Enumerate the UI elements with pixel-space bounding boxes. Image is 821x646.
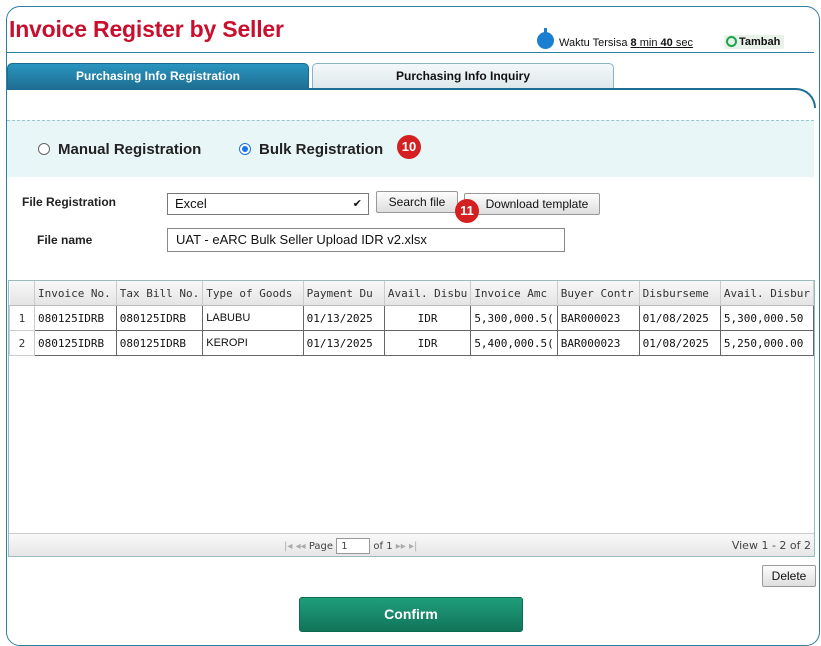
session-timer: Waktu Tersisa 8 min 40 sec Tambah <box>537 28 814 52</box>
bulk-registration-radio[interactable]: Bulk Registration <box>239 141 383 158</box>
column-header[interactable]: Disburseme <box>639 281 721 306</box>
timer-sec-label: sec <box>675 37 693 49</box>
file-name-label: File name <box>37 233 93 247</box>
row-number-header <box>9 281 35 306</box>
page-of-label: of 1 <box>373 541 393 552</box>
step-badge-10: 10 <box>397 135 421 159</box>
manual-registration-label: Manual Registration <box>58 141 202 158</box>
tab-curve <box>760 88 816 108</box>
extend-session-label: Tambah <box>739 36 781 48</box>
grid-pager: |◂ ◂◂ Page 1 of 1 ▸▸ ▸| View 1 - 2 of 2 <box>9 533 814 556</box>
table-cell: 01/08/2025 <box>638 330 721 356</box>
title-divider <box>6 52 814 53</box>
table-cell: 01/08/2025 <box>638 305 721 331</box>
table-cell: 080125IDRB <box>115 305 204 331</box>
chevron-down-icon: ✔ <box>352 198 362 210</box>
confirm-button[interactable]: Confirm <box>299 597 523 632</box>
timer-seconds: 40 <box>660 37 673 49</box>
last-page-icon[interactable]: ▸| <box>409 541 417 552</box>
pager-controls: |◂ ◂◂ Page 1 of 1 ▸▸ ▸| <box>284 538 417 554</box>
grid-header-row: Invoice No. Tax Bill No. Type of Goods P… <box>9 281 814 306</box>
stopwatch-icon <box>537 28 554 49</box>
first-page-icon[interactable]: |◂ <box>284 541 292 552</box>
next-page-icon[interactable]: ▸▸ <box>396 541 406 552</box>
column-header[interactable]: Type of Goods <box>202 281 304 306</box>
timer-minutes: 8 <box>630 37 637 49</box>
column-header[interactable]: Invoice No. <box>34 281 117 306</box>
table-cell: BAR000023 <box>556 330 640 356</box>
page-title: Invoice Register by Seller <box>9 16 284 42</box>
tab-purchasing-info-inquiry[interactable]: Purchasing Info Inquiry <box>312 63 614 89</box>
column-header[interactable]: Avail. Disbu <box>384 281 472 306</box>
table-cell: KEROPI <box>202 330 304 356</box>
table-cell: 5,300,000.5( <box>470 305 558 331</box>
page-label: Page <box>308 541 334 552</box>
delete-button[interactable]: Delete <box>762 565 816 587</box>
column-header[interactable]: Payment Du <box>303 281 385 306</box>
invoice-grid: Invoice No. Tax Bill No. Type of Goods P… <box>8 280 815 557</box>
timer-prefix: Waktu Tersisa <box>559 37 628 49</box>
table-cell: LABUBU <box>202 305 304 331</box>
table-cell: 080125IDRB <box>33 305 117 331</box>
table-cell: 01/13/2025 <box>302 305 385 331</box>
table-cell: 080125IDRB <box>33 330 117 356</box>
manual-registration-radio[interactable]: Manual Registration <box>38 141 201 158</box>
tab-underline <box>7 88 797 90</box>
column-header[interactable]: Invoice Amc <box>470 281 558 306</box>
column-header[interactable]: Tax Bill No. <box>116 281 204 306</box>
timer-text: Waktu Tersisa 8 min 40 sec <box>559 37 693 49</box>
file-registration-label: File Registration <box>22 195 117 209</box>
download-template-button[interactable]: Download template <box>464 193 600 215</box>
table-cell: 5,250,000.00 <box>719 330 814 356</box>
page-number-input[interactable]: 1 <box>336 538 371 554</box>
tab-purchasing-info-registration[interactable]: Purchasing Info Registration <box>7 63 309 89</box>
table-cell: BAR000023 <box>556 305 640 331</box>
file-name-field[interactable]: UAT - eARC Bulk Seller Upload IDR v2.xls… <box>167 228 565 252</box>
table-cell: 5,300,000.50 <box>719 305 814 331</box>
file-type-value: Excel <box>175 196 207 211</box>
table-cell: IDR <box>383 305 472 331</box>
timer-min-label: min <box>639 37 658 49</box>
table-row[interactable]: 2 080125IDRB 080125IDRB KEROPI 01/13/202… <box>9 330 814 356</box>
step-badge-11: 11 <box>455 199 479 223</box>
prev-page-icon[interactable]: ◂◂ <box>296 541 306 552</box>
bulk-registration-label: Bulk Registration <box>259 141 384 158</box>
invoice-table: Invoice No. Tax Bill No. Type of Goods P… <box>9 281 814 356</box>
table-cell: 01/13/2025 <box>302 330 385 356</box>
row-number: 1 <box>9 305 35 331</box>
search-file-button[interactable]: Search file <box>376 191 458 213</box>
row-number: 2 <box>9 330 35 356</box>
column-header[interactable]: Buyer Contr <box>557 281 640 306</box>
file-type-select[interactable]: Excel ✔ <box>167 193 369 215</box>
view-count: View 1 - 2 of 2 <box>731 539 811 552</box>
table-cell: IDR <box>383 330 472 356</box>
table-row[interactable]: 1 080125IDRB 080125IDRB LABUBU 01/13/202… <box>9 305 814 331</box>
clock-icon <box>726 36 737 47</box>
table-cell: 080125IDRB <box>115 330 204 356</box>
table-cell: 5,400,000.5( <box>470 330 558 356</box>
column-header[interactable]: Avail. Disbur <box>720 281 814 306</box>
radio-circle <box>38 143 50 155</box>
extend-session-button[interactable]: Tambah <box>724 35 785 49</box>
radio-circle-selected <box>239 143 251 155</box>
